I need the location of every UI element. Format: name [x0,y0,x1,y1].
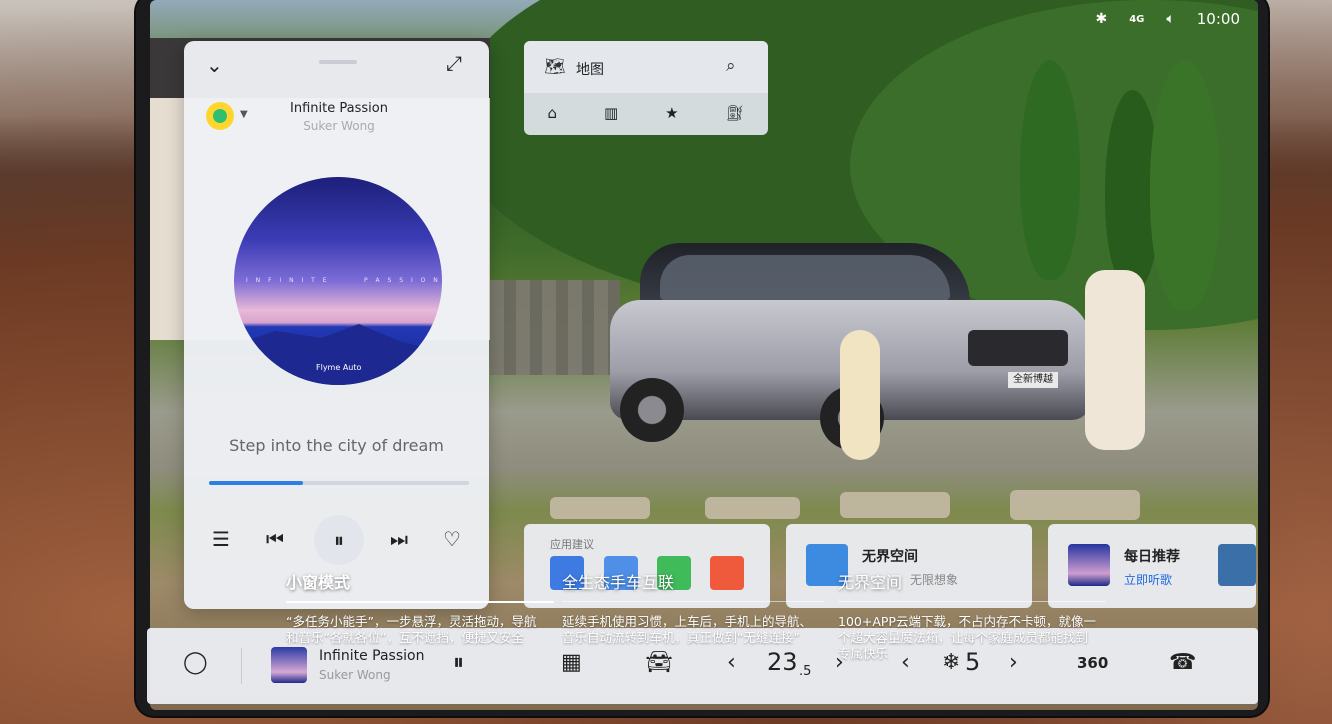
stepping-stone [550,497,650,519]
suggested-app-icon[interactable] [710,556,744,590]
app-grid-icon[interactable]: ▦ [561,650,582,675]
dock-pause-icon[interactable]: ⏸︎ [453,650,464,675]
feature-underline-1 [286,601,554,603]
signal-icon: 4G [1129,13,1145,25]
recommend-cover [1068,544,1110,586]
caret-down-icon[interactable]: ▼ [240,109,248,120]
bluetooth-icon: ✱ [1095,11,1108,27]
map-pin-icon: 🗺︎ [544,57,566,77]
feature-title-3: 无界空间 [838,573,903,592]
company-icon[interactable]: ▥ [604,104,618,122]
tree [1020,60,1080,280]
temp-left-icon[interactable]: ‹ [727,650,736,675]
feature-body-3: 100+APP云端下载，不占内存不卡顿，就像一个超大容量魔法箱，让每个家庭成员都… [838,614,1096,661]
feature-title-1: 小窗模式 [286,573,351,592]
cloud-subtitle: 无限想象 [910,573,959,587]
favorite-heart-icon[interactable]: ♡ [443,527,461,551]
dock-track-artist: Suker Wong [319,668,391,682]
phone-icon[interactable]: ☎︎ [1169,650,1196,675]
song-title: Infinite Passion [290,101,388,116]
favorite-folder-icon[interactable]: ★ [665,104,678,122]
car-grille [968,330,1068,366]
clock: 10:00 [1196,10,1240,28]
feature-body-1: “多任务小能手”，一步悬浮，灵活拖动，导航和音乐“各就各位”，互不遮挡，便捷又安… [286,614,537,645]
tree [1150,60,1220,310]
search-icon[interactable]: ⌕ [726,56,736,76]
dock-divider [241,648,242,684]
dock-track-title[interactable]: Infinite Passion [319,648,424,664]
map-shortcuts: ⌂ ▥ ★ ⛽︎ [524,96,768,130]
feature-title-2: 全生态手车互联 [562,573,675,592]
pause-icon: ⏸︎ [334,528,344,552]
home-icon[interactable]: ⌂ [547,104,557,122]
cloud-title: 无界空间 [862,549,918,565]
map-label[interactable]: 地图 [576,59,604,79]
drag-handle[interactable] [319,60,357,64]
stone-wall [490,280,620,375]
listen-now-link[interactable]: 立即听歌 [1124,571,1172,588]
stepping-stone [840,492,950,518]
lyric-line: Step into the city of dream [229,436,444,455]
vehicle-icon[interactable]: 🚘︎ [645,650,673,675]
temperature-value: 23 [767,648,798,676]
song-artist: Suker Wong [303,119,375,133]
album-cover: I N F I N I T E P A S S I O N Flyme Auto [234,177,442,385]
recommend-cover-secondary [1218,544,1256,586]
chevron-down-icon[interactable]: ⌄ [206,53,223,77]
progress-bar[interactable] [209,481,469,485]
stepping-stone [1010,490,1140,520]
stepping-stone [705,497,800,519]
playlist-icon[interactable]: ☰ [212,527,230,551]
previous-track-icon[interactable]: ⏮︎ [266,527,284,551]
daily-title: 每日推荐 [1124,549,1180,565]
cloud-space-card[interactable]: 无界空间 无限想象 [786,524,1032,608]
home-circle-icon[interactable]: ◯ [183,650,208,675]
cover-mountain [234,324,442,385]
pause-button[interactable]: ⏸︎ [314,515,364,565]
map-widget[interactable]: 🗺︎ 地图 ⌕ ⌂ ▥ ★ ⛽︎ [524,41,768,135]
volume-icon: 🔈︎ [1166,11,1175,27]
feature-underline-3 [838,601,1106,602]
progress-fill [209,481,303,485]
man-figure [1085,270,1145,450]
suggestion-label: 应用建议 [550,538,594,551]
cover-signature: Flyme Auto [316,363,362,372]
car-wheel [620,378,684,442]
music-app-icon[interactable] [206,102,234,130]
mini-album-cover[interactable] [271,647,307,683]
status-bar: ✱ 4G 🔈︎ 10:00 [1020,8,1240,30]
feature-underline-2 [562,601,824,602]
feature-body-2: 延续手机使用习惯，上车后，手机上的导航、音乐自动流转到车机，真正做到“无缝连接” [562,614,813,645]
gas-station-icon[interactable]: ⛽︎ [725,104,744,122]
girl-figure [840,330,880,460]
car-windows [660,255,950,300]
cover-text-right: P A S S I O N [364,277,441,284]
license-plate: 全新博越 [1008,372,1058,388]
app-suggestion-card[interactable]: 应用建议 [524,524,770,608]
music-floating-window[interactable]: ⌄ ⤢ ▼ Infinite Passion Suker Wong I N F … [184,41,489,609]
temperature-decimal: .5 [799,664,812,679]
next-track-icon[interactable]: ⏭︎ [390,527,408,551]
daily-recommend-card[interactable]: 每日推荐 立即听歌 [1048,524,1256,608]
expand-icon[interactable]: ⤢ [446,51,462,75]
cover-text-left: I N F I N I T E [246,277,330,284]
